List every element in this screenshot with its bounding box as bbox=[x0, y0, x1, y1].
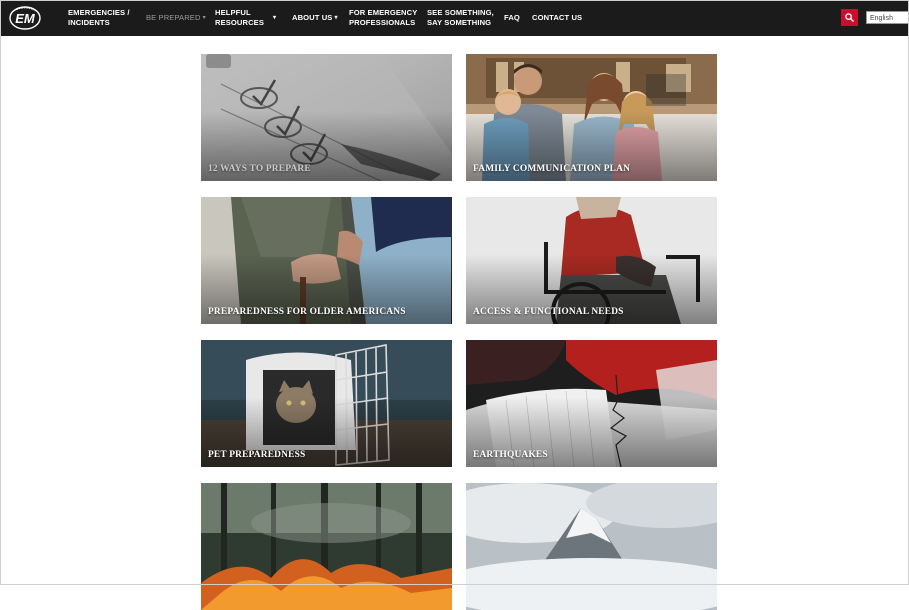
top-navbar: EM EMERGENCIES / INCIDENTS BE PREPARED ▾ H… bbox=[0, 0, 909, 36]
nav-label: INCIDENTS bbox=[68, 18, 110, 27]
em-logo[interactable]: EM bbox=[8, 5, 42, 31]
tile-wildfires[interactable] bbox=[201, 483, 452, 610]
logo-text: EM bbox=[15, 11, 36, 26]
nav-label: CONTACT US bbox=[532, 13, 583, 22]
chevron-down-icon: ▾ bbox=[273, 15, 277, 21]
search-button[interactable] bbox=[841, 9, 858, 26]
nav-helpful-resources[interactable]: HELPFUL RESOURCES bbox=[215, 0, 264, 36]
nav-faq[interactable]: FAQ bbox=[504, 0, 520, 36]
nav-label: RESOURCES bbox=[215, 18, 265, 27]
nav-label: HELPFUL bbox=[215, 8, 251, 17]
nav-for-emergency-professionals[interactable]: FOR EMERGENCY PROFESSIONALS bbox=[349, 0, 417, 36]
language-select[interactable]: English bbox=[866, 11, 909, 24]
nav-helpful-resources-toggle[interactable]: ▾ bbox=[271, 0, 276, 36]
tile-label: PREPAREDNESS FOR OLDER AMERICANS bbox=[208, 307, 406, 317]
tile-pet-preparedness[interactable]: PET PREPAREDNESS bbox=[201, 340, 452, 467]
page-frame bbox=[0, 0, 909, 585]
tile-winter-weather[interactable] bbox=[466, 483, 717, 610]
tile-access-functional-needs[interactable]: ACCESS & FUNCTIONAL NEEDS bbox=[466, 197, 717, 324]
nav-be-prepared[interactable]: BE PREPARED ▾ bbox=[146, 0, 206, 36]
tile-preparedness-older-americans[interactable]: PREPAREDNESS FOR OLDER AMERICANS bbox=[201, 197, 452, 324]
nav-label: EMERGENCIES / bbox=[68, 8, 130, 17]
tile-label: EARTHQUAKES bbox=[473, 450, 548, 460]
tile-12-ways-to-prepare[interactable]: 12 WAYS TO PREPARE bbox=[201, 54, 452, 181]
nav-label: FAQ bbox=[504, 13, 520, 22]
nav-label: ABOUT US bbox=[292, 13, 333, 22]
nav-emergencies-incidents[interactable]: EMERGENCIES / INCIDENTS bbox=[68, 0, 130, 36]
snowy-mountain-photo bbox=[466, 483, 717, 610]
search-icon bbox=[845, 13, 854, 22]
nav-contact-us[interactable]: CONTACT US bbox=[532, 0, 582, 36]
tile-earthquakes[interactable]: EARTHQUAKES bbox=[466, 340, 717, 467]
chevron-down-icon: ▾ bbox=[202, 15, 206, 21]
tile-family-communication-plan[interactable]: FAMILY COMMUNICATION PLAN bbox=[466, 54, 717, 181]
nav-about-us[interactable]: ABOUT US ▾ bbox=[292, 0, 338, 36]
tile-label: ACCESS & FUNCTIONAL NEEDS bbox=[473, 307, 624, 317]
nav-label: FOR EMERGENCY bbox=[349, 8, 418, 17]
nav-see-something-say-something[interactable]: SEE SOMETHING, SAY SOMETHING bbox=[427, 0, 494, 36]
nav-label: PROFESSIONALS bbox=[349, 18, 416, 27]
nav-label: SAY SOMETHING bbox=[427, 18, 492, 27]
nav-label: BE PREPARED bbox=[146, 13, 201, 22]
chevron-down-icon: ▾ bbox=[334, 15, 338, 21]
tile-label: 12 WAYS TO PREPARE bbox=[208, 164, 311, 174]
forest-fire-photo bbox=[201, 483, 452, 610]
tile-label: PET PREPAREDNESS bbox=[208, 450, 306, 460]
tile-label: FAMILY COMMUNICATION PLAN bbox=[473, 164, 631, 174]
nav-label: SEE SOMETHING, bbox=[427, 8, 494, 17]
